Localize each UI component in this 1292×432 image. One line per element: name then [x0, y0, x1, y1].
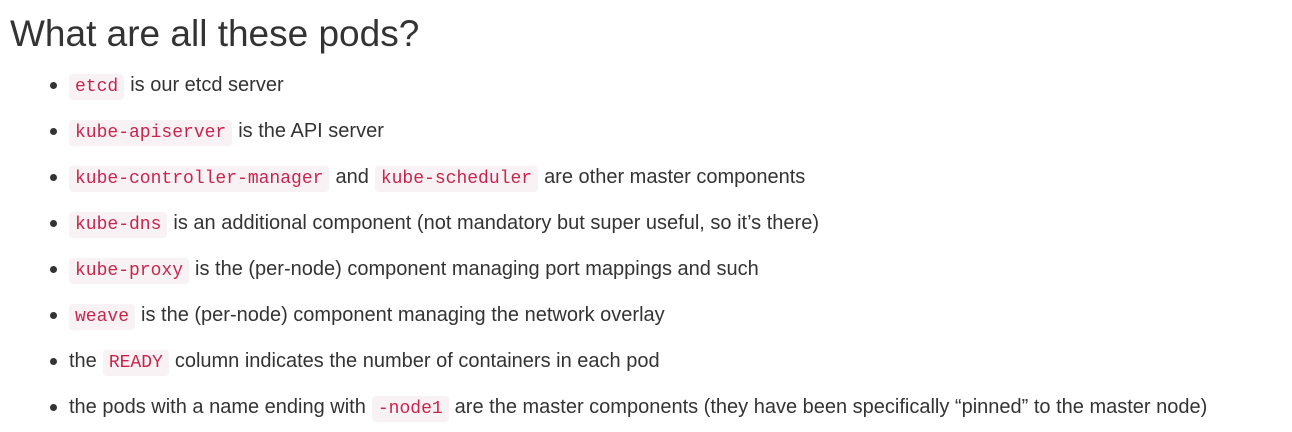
bullet-icon [50, 358, 57, 365]
list-item-kube-proxy: kube-proxy is the (per-node) component ma… [0, 247, 1292, 293]
bullet-icon [50, 404, 57, 411]
bullet-icon [50, 82, 57, 89]
page-title: What are all these pods? [10, 13, 420, 54]
item-text: and [335, 166, 369, 188]
list-item-controller-scheduler: kube-controller-manager and kube-scheduler… [0, 155, 1292, 201]
item-text-2: are other master components [544, 166, 806, 188]
code-weave: weave [69, 304, 136, 330]
code-node1: -node1 [371, 396, 449, 422]
item-text: is our etcd server [130, 74, 284, 96]
list-item-ready-column: the READY column indicates the number of c… [0, 339, 1292, 385]
item-text: is the (per-node) component managing por… [195, 258, 759, 280]
code-kube-dns: kube-dns [69, 212, 168, 238]
list-item-node1-pods: the pods with a name ending with -node1 ar… [0, 385, 1292, 431]
pods-list: etcd is our etcd server kube-apiserver is … [0, 63, 1292, 431]
bullet-icon [50, 220, 57, 227]
bullet-icon [50, 128, 57, 135]
item-text: column indicates the number of container… [174, 350, 660, 372]
code-etcd: etcd [69, 74, 125, 100]
list-item-weave: weave is the (per-node) component managin… [0, 293, 1292, 339]
list-item-kube-apiserver: kube-apiserver is the API server [0, 109, 1292, 155]
bullet-icon [50, 174, 57, 181]
bullet-icon [50, 266, 57, 273]
list-item-kube-dns: kube-dns is an additional component (not … [0, 201, 1292, 247]
item-prefix: the [69, 350, 97, 372]
code-ready: READY [102, 350, 169, 376]
code-kube-controller-manager: kube-controller-manager [69, 166, 330, 192]
item-text: is the API server [238, 120, 384, 142]
code-kube-scheduler: kube-scheduler [374, 166, 539, 192]
item-text: is an additional component (not mandator… [173, 212, 819, 234]
code-kube-apiserver: kube-apiserver [69, 120, 233, 146]
list-item-etcd: etcd is our etcd server [0, 63, 1292, 109]
bullet-icon [50, 312, 57, 319]
item-text: is the (per-node) component managing the… [141, 304, 665, 326]
code-kube-proxy: kube-proxy [69, 258, 190, 284]
item-text: are the master components (they have bee… [454, 396, 1208, 418]
item-prefix: the pods with a name ending with [69, 396, 366, 418]
